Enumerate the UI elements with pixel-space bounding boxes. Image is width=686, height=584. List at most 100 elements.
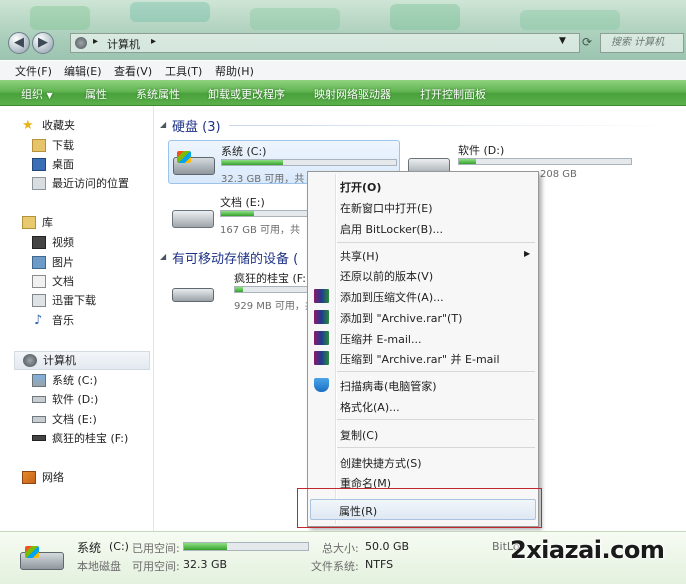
- downloads-folder-icon: [32, 139, 46, 152]
- menu-item-create-shortcut[interactable]: 创建快捷方式(S): [340, 455, 422, 471]
- nav-drive-c[interactable]: 系统 (C:): [32, 372, 97, 390]
- organize-button[interactable]: 组织 ▼: [21, 86, 53, 102]
- command-bar: 组织 ▼ 属性 系统属性 卸载或更改程序 映射网络驱动器 打开控制面板: [0, 80, 686, 106]
- address-dropdown-icon[interactable]: ▼: [559, 36, 566, 46]
- menu-separator: [337, 371, 535, 372]
- group-header-hdd[interactable]: 硬盘 (3): [172, 116, 221, 135]
- menu-item-share[interactable]: 共享(H): [340, 248, 379, 264]
- submenu-arrow-icon: ▶: [524, 249, 531, 258]
- menu-item-add-rar[interactable]: 添加到 "Archive.rar"(T): [340, 310, 462, 326]
- collapse-icon[interactable]: ◢: [160, 252, 166, 261]
- menu-edit[interactable]: 编辑(E): [64, 63, 102, 79]
- menu-file[interactable]: 文件(F): [15, 63, 52, 79]
- details-used-label: 已用空间:: [132, 542, 180, 555]
- nav-drive-e[interactable]: 文档 (E:): [32, 411, 97, 429]
- open-control-panel-button[interactable]: 打开控制面板: [420, 86, 486, 102]
- details-fs-label: 文件系统:: [311, 560, 359, 573]
- menu-item-restore-versions[interactable]: 还原以前的版本(V): [340, 268, 433, 284]
- details-total-value: 50.0 GB: [365, 540, 410, 553]
- properties-button[interactable]: 属性: [85, 86, 107, 102]
- group-header-removable[interactable]: 有可移动存储的设备 (: [172, 248, 298, 267]
- usb-drive-icon: [32, 435, 46, 441]
- network-icon: [22, 471, 36, 484]
- chevron-right-icon: ▸: [151, 36, 157, 47]
- nav-drive-f[interactable]: 疯狂的桂宝 (F:): [32, 430, 128, 448]
- documents-icon: [32, 275, 46, 288]
- drive-icon: [32, 396, 46, 403]
- chevron-down-icon: ▼: [46, 91, 53, 100]
- nav-network[interactable]: 网络: [22, 469, 64, 487]
- details-drive-type: 本地磁盘: [77, 560, 121, 573]
- recent-places-icon: [32, 177, 46, 190]
- breadcrumb-computer[interactable]: 计算机: [107, 36, 140, 52]
- menu-item-bitlocker[interactable]: 启用 BitLocker(B)...: [340, 221, 443, 237]
- winrar-icon: [314, 331, 329, 345]
- nav-downloads[interactable]: 下载: [32, 137, 74, 155]
- drive-icon: [32, 416, 46, 423]
- details-drive-name: 系统: [77, 541, 102, 555]
- drive-tile-f[interactable]: 疯狂的桂宝 (F:) 929 MB 可用，共 2: [168, 268, 328, 312]
- pictures-icon: [32, 256, 46, 269]
- nav-favorites[interactable]: ★ 收藏夹: [22, 117, 75, 135]
- nav-computer[interactable]: 计算机: [14, 351, 150, 370]
- nav-libraries[interactable]: 库: [22, 214, 53, 232]
- menu-item-format[interactable]: 格式化(A)...: [340, 399, 400, 415]
- back-button[interactable]: ◀: [8, 32, 30, 54]
- menu-item-open[interactable]: 打开(O): [340, 179, 381, 195]
- menu-help[interactable]: 帮助(H): [215, 63, 254, 79]
- address-bar[interactable]: ▸ 计算机 ▸ ▼: [70, 33, 580, 53]
- menu-item-copy[interactable]: 复制(C): [340, 427, 378, 443]
- thunder-folder-icon: [32, 294, 46, 307]
- drive-name: 系统 (C:): [221, 145, 267, 158]
- nav-videos[interactable]: 视频: [32, 234, 74, 252]
- system-properties-button[interactable]: 系统属性: [136, 86, 180, 102]
- nav-pictures[interactable]: 图片: [32, 254, 74, 272]
- menu-item-virus-scan[interactable]: 扫描病毒(电脑管家): [340, 378, 437, 394]
- nav-thunder-downloads[interactable]: 迅雷下载: [32, 292, 96, 310]
- drive-name: 软件 (D:): [458, 144, 505, 157]
- search-input[interactable]: 搜索 计算机: [600, 33, 684, 53]
- drive-name: 文档 (E:): [220, 196, 265, 209]
- drive-tile-e[interactable]: 文档 (E:) 167 GB 可用，共: [168, 192, 328, 236]
- collapse-icon[interactable]: ◢: [160, 120, 166, 129]
- drive-name: 疯狂的桂宝 (F:): [234, 272, 311, 285]
- drive-space-info: 32.3 GB 可用，共: [221, 174, 305, 185]
- drive-space-info: 167 GB 可用，共: [220, 225, 301, 236]
- winrar-icon: [314, 289, 329, 303]
- library-icon: [22, 216, 36, 229]
- winrar-icon: [314, 310, 329, 324]
- details-free-value: 32.3 GB: [183, 558, 228, 571]
- nav-drive-d[interactable]: 软件 (D:): [32, 391, 98, 409]
- desktop-icon: [32, 158, 46, 171]
- refresh-icon[interactable]: ⟳: [582, 35, 592, 49]
- usb-drive-icon: [172, 282, 216, 308]
- menu-item-open-new-window[interactable]: 在新窗口中打开(E): [340, 200, 433, 216]
- menu-item-compress-email[interactable]: 压缩并 E-mail...: [340, 331, 421, 347]
- menu-item-add-archive[interactable]: 添加到压缩文件(A)...: [340, 289, 444, 305]
- menu-separator: [337, 242, 535, 243]
- menu-separator: [337, 419, 535, 420]
- drive-space-info: 208 GB: [540, 169, 577, 180]
- chevron-right-icon: ▸: [93, 36, 99, 47]
- nav-documents[interactable]: 文档: [32, 273, 74, 291]
- nav-desktop[interactable]: 桌面: [32, 156, 74, 174]
- details-free-label: 可用空间:: [132, 560, 180, 573]
- map-network-drive-button[interactable]: 映射网络驱动器: [314, 86, 391, 102]
- menu-view[interactable]: 查看(V): [114, 63, 152, 79]
- shield-icon: [314, 378, 329, 392]
- group-divider: [229, 125, 679, 126]
- computer-icon: [75, 37, 87, 49]
- forward-button[interactable]: ▶: [32, 32, 54, 54]
- nav-recent-places[interactable]: 最近访问的位置: [32, 175, 129, 193]
- video-icon: [32, 236, 46, 249]
- details-fs-value: NTFS: [365, 558, 394, 571]
- uninstall-program-button[interactable]: 卸载或更改程序: [208, 86, 285, 102]
- annotation-highlight-box: [297, 488, 542, 528]
- system-drive-icon: [20, 546, 66, 572]
- nav-music[interactable]: ♪ 音乐: [32, 312, 74, 330]
- menu-tools[interactable]: 工具(T): [165, 63, 202, 79]
- menu-item-compress-rar-email[interactable]: 压缩到 "Archive.rar" 并 E-mail: [340, 351, 500, 367]
- details-usage-bar: [183, 542, 309, 551]
- title-bar: ◀ ▶ ▸ 计算机 ▸ ▼ ⟳ 搜索 计算机: [0, 0, 686, 60]
- star-icon: ★: [22, 118, 34, 133]
